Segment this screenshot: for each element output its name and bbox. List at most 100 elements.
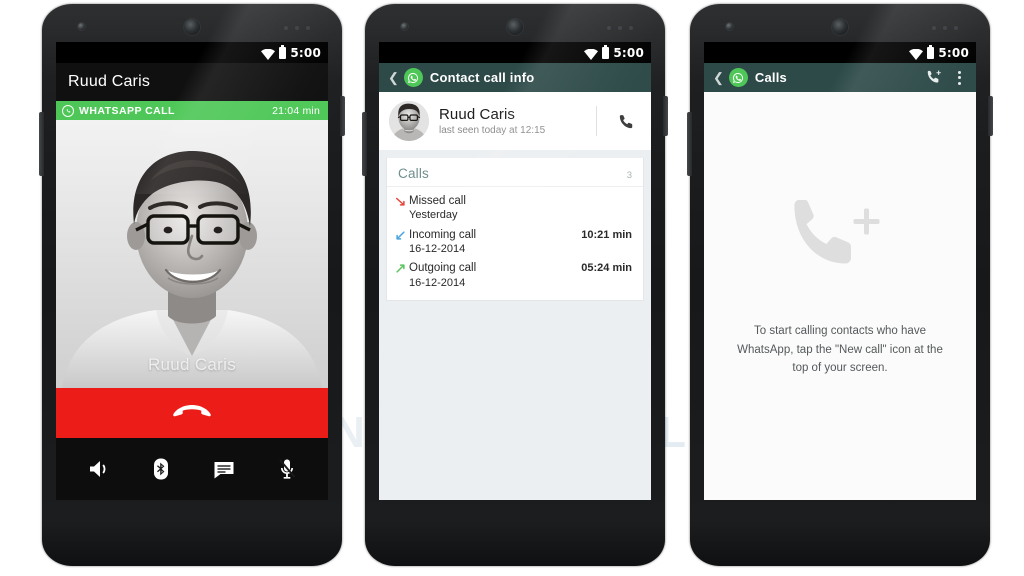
whatsapp-icon: [62, 104, 74, 117]
power-button[interactable]: [663, 96, 668, 136]
empty-state-message: To start calling contacts who have Whats…: [737, 325, 943, 375]
chat-button[interactable]: [207, 452, 241, 486]
call-log-row[interactable]: Outgoing call 16-12-2014 05:24 min: [387, 258, 643, 292]
mute-button[interactable]: [270, 452, 304, 486]
speaker-icon: [89, 461, 105, 477]
contact-status: last seen today at 12:15: [439, 125, 546, 136]
placeholder-glyph: [794, 199, 880, 264]
mic-muted-icon: [278, 459, 295, 479]
earpiece-speaker: [507, 19, 523, 35]
call-log-text: Missed call Yesterday: [409, 194, 632, 223]
missed-call-arrow: [396, 194, 409, 206]
screen: 5:00 ❮ Calls To start calling contacts w…: [704, 42, 976, 500]
phone-contact-call-info: 5:00 ❮ Contact call info Ruud Caris last…: [362, 0, 668, 570]
call-controls: [56, 438, 328, 500]
volume-button[interactable]: [687, 112, 692, 176]
contact-avatar: [389, 101, 429, 141]
banner-label: WHATSAPP CALL: [79, 104, 175, 117]
outgoing-call-arrow: [396, 261, 409, 273]
call-type: Missed call: [409, 195, 466, 207]
whatsapp-icon: [403, 68, 423, 87]
incoming-call-arrow: [396, 228, 409, 240]
phone-icon: [619, 114, 632, 128]
app-bar: ❮ Contact call info: [379, 63, 651, 92]
status-time: 5:00: [290, 45, 321, 60]
caller-name-overlay: Ruud Caris: [147, 355, 237, 374]
contact-info-body: Ruud Caris last seen today at 12:15 Call…: [379, 92, 651, 500]
wifi-icon: [909, 47, 924, 60]
end-call-icon: [173, 405, 211, 417]
call-date: 16-12-2014: [409, 243, 466, 256]
caller-photo: Ruud Caris: [56, 120, 328, 388]
status-bar: 5:00: [704, 42, 976, 63]
contact-text: Ruud Caris last seen today at 12:15: [439, 106, 582, 136]
end-call-button[interactable]: [56, 388, 328, 438]
phones-stage: 5:00 Ruud Caris WHATSAPP CALL 21:04 min: [0, 0, 1024, 576]
phone-calls-empty: 5:00 ❮ Calls To start calling contacts w…: [687, 0, 993, 570]
calls-card: Calls 3 Missed call Yesterday Incoming c…: [386, 158, 644, 302]
whatsapp-icon: [728, 68, 748, 87]
call-duration: 05:24 min: [581, 262, 632, 275]
screen: 5:00 ❮ Contact call info Ruud Caris last…: [379, 42, 651, 500]
volume-button[interactable]: [362, 112, 367, 176]
wifi-icon: [261, 47, 276, 60]
call-date: Yesterday: [409, 209, 458, 222]
battery-icon: [927, 44, 935, 59]
app-bar-title: Calls: [754, 70, 787, 85]
status-time: 5:00: [938, 45, 969, 60]
front-camera: [78, 23, 85, 30]
front-camera: [401, 23, 408, 30]
bluetooth-icon: [153, 458, 168, 480]
calls-section-header: Calls 3: [387, 164, 643, 187]
call-type: Outgoing call: [409, 262, 477, 275]
proximity-sensors: [284, 26, 310, 30]
volume-button[interactable]: [39, 112, 44, 176]
new-call-icon: [927, 70, 941, 83]
contact-name: Ruud Caris: [439, 106, 516, 123]
app-bar: ❮ Calls: [704, 63, 976, 92]
power-button[interactable]: [340, 96, 345, 136]
status-bar: 5:00: [56, 42, 328, 63]
proximity-sensors: [932, 26, 958, 30]
phone-in-call: 5:00 Ruud Caris WHATSAPP CALL 21:04 min: [39, 0, 345, 570]
portrait-image: [56, 120, 328, 388]
calls-empty-state: To start calling contacts who have Whats…: [704, 92, 976, 500]
battery-icon: [279, 44, 287, 59]
wifi-icon: [584, 47, 599, 60]
divider: [596, 106, 597, 136]
earpiece-speaker: [184, 19, 200, 35]
contact-card[interactable]: Ruud Caris last seen today at 12:15: [379, 92, 651, 150]
call-title: Ruud Caris: [56, 63, 328, 101]
proximity-sensors: [607, 26, 633, 30]
call-log-row[interactable]: Missed call Yesterday: [387, 191, 643, 225]
calls-count: 3: [626, 170, 632, 181]
whatsapp-call-banner: WHATSAPP CALL 21:04 min: [56, 101, 328, 120]
new-call-placeholder-icon: [794, 199, 886, 270]
speaker-button[interactable]: [81, 452, 115, 486]
bluetooth-button[interactable]: [144, 452, 178, 486]
banner-left: WHATSAPP CALL: [62, 104, 175, 117]
avatar-image: [389, 101, 429, 141]
power-button[interactable]: [988, 96, 993, 136]
earpiece-speaker: [832, 19, 848, 35]
call-type: Incoming call: [409, 228, 477, 241]
overflow-menu-button[interactable]: [952, 70, 967, 85]
back-chevron-icon[interactable]: ❮: [388, 71, 399, 84]
call-log-text: Outgoing call 16-12-2014: [409, 261, 581, 290]
call-duration: 21:04 min: [272, 104, 320, 117]
battery-icon: [602, 44, 610, 59]
call-date: 16-12-2014: [409, 276, 466, 289]
app-bar-title: Contact call info: [429, 70, 535, 85]
status-bar: 5:00: [379, 42, 651, 63]
status-time: 5:00: [613, 45, 644, 60]
calls-section-title: Calls: [398, 166, 430, 181]
back-chevron-icon[interactable]: ❮: [713, 71, 724, 84]
call-contact-button[interactable]: [611, 113, 641, 130]
call-log-row[interactable]: Incoming call 16-12-2014 10:21 min: [387, 225, 643, 259]
new-call-button[interactable]: [923, 67, 945, 89]
front-camera: [726, 23, 733, 30]
call-log-text: Incoming call 16-12-2014: [409, 228, 581, 257]
screen: 5:00 Ruud Caris WHATSAPP CALL 21:04 min: [56, 42, 328, 500]
call-duration: 10:21 min: [581, 228, 632, 241]
chat-icon: [214, 462, 233, 479]
